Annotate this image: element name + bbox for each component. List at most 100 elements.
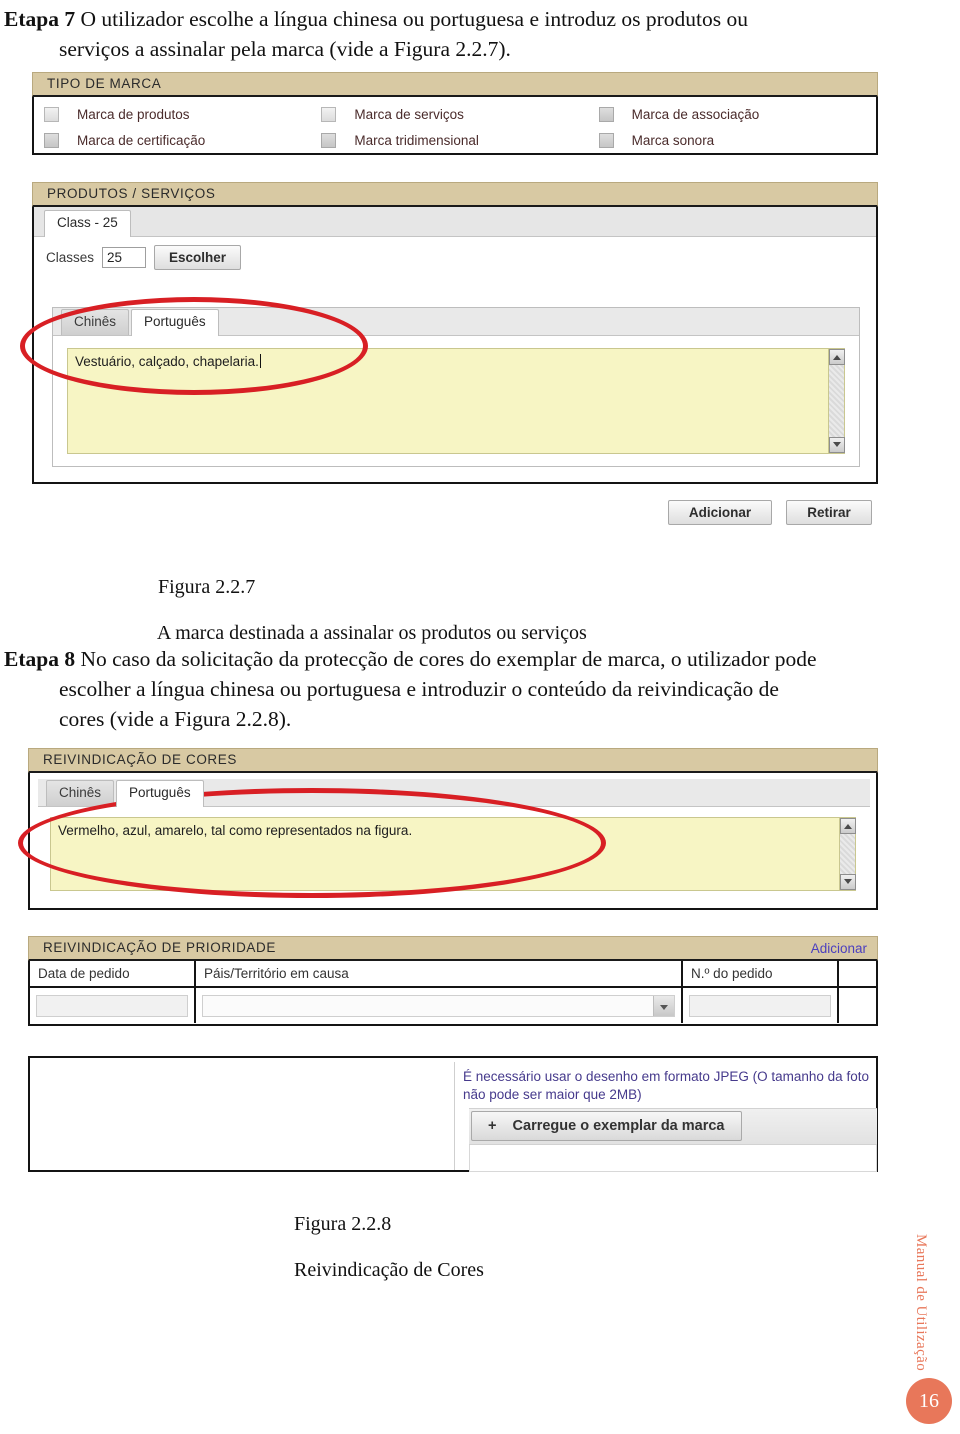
data-pedido-input[interactable] bbox=[36, 994, 188, 1017]
column-header: Data de pedido bbox=[30, 961, 194, 988]
produtos-servicos-title: PRODUTOS / SERVIÇOS bbox=[47, 186, 216, 201]
reivindicacao-cores-panel: REIVINDICAÇÃO DE CORES Chinês Português … bbox=[28, 748, 878, 910]
figure-227-caption-number: Figura 2.2.7 bbox=[158, 576, 256, 598]
produtos-servicos-header: PRODUTOS / SERVIÇOS bbox=[32, 182, 878, 207]
checkbox-item-marca-sonora[interactable]: Marca sonora bbox=[598, 132, 876, 148]
checkbox-label: Marca tridimensional bbox=[354, 132, 479, 148]
scroll-up-icon[interactable] bbox=[829, 349, 845, 365]
step-8-label: Etapa 8 bbox=[4, 647, 76, 671]
upload-note: É necessário usar o desenho em formato J… bbox=[455, 1062, 877, 1104]
running-title: Manual de Utilização bbox=[913, 1234, 929, 1372]
adicionar-button[interactable]: Adicionar bbox=[668, 500, 772, 525]
upload-panel: É necessário usar o desenho em formato J… bbox=[28, 1056, 878, 1172]
language-content-frame: Chinês Português Vestuário, calçado, cha… bbox=[52, 307, 860, 467]
reivindicacao-cores-header: REIVINDICAÇÃO DE CORES bbox=[28, 748, 878, 773]
textarea-scrollbar[interactable] bbox=[828, 349, 845, 453]
reivindicacao-prioridade-body: Data de pedido Páis/Território em causa … bbox=[28, 961, 878, 1026]
table-cell bbox=[683, 988, 837, 1023]
checkbox-icon[interactable] bbox=[44, 132, 59, 148]
checkbox-item-marca-servicos[interactable]: Marca de serviços bbox=[321, 106, 598, 122]
reivindicacao-prioridade-panel: REIVINDICAÇÃO DE PRIORIDADE Adicionar Da… bbox=[28, 936, 878, 1026]
tab-chines[interactable]: Chinês bbox=[61, 309, 130, 335]
checkbox-label: Marca de produtos bbox=[77, 106, 190, 122]
scroll-down-icon[interactable] bbox=[840, 874, 856, 890]
tipo-de-marca-title: TIPO DE MARCA bbox=[47, 76, 162, 91]
classes-input[interactable]: 25 bbox=[102, 247, 147, 268]
checkbox-icon[interactable] bbox=[44, 106, 59, 122]
reivindicacao-prioridade-header: REIVINDICAÇÃO DE PRIORIDADE Adicionar bbox=[28, 936, 878, 961]
reivindicacao-cores-textarea[interactable]: Vermelho, azul, amarelo, tal como repres… bbox=[50, 817, 856, 891]
tab-portugues[interactable]: Português bbox=[116, 780, 204, 807]
textarea-value: Vermelho, azul, amarelo, tal como repres… bbox=[58, 823, 413, 838]
checkbox-item-marca-produtos[interactable]: Marca de produtos bbox=[44, 106, 321, 122]
textarea-scrollbar[interactable] bbox=[839, 818, 856, 890]
figure-228-screenshot: REIVINDICAÇÃO DE CORES Chinês Português … bbox=[18, 748, 880, 1172]
step-8-text-line1: No caso da solicitação da protecção de c… bbox=[80, 647, 817, 671]
checkbox-icon[interactable] bbox=[598, 106, 614, 122]
marca-type-checkbox-grid: Marca de produtos Marca de serviços Marc… bbox=[34, 97, 876, 157]
reivindicacao-prioridade-title: REIVINDICAÇÃO DE PRIORIDADE bbox=[43, 940, 276, 955]
upload-right-block: É necessário usar o desenho em formato J… bbox=[454, 1062, 877, 1172]
upload-note-line-2: não pode ser maior que 2MB) bbox=[463, 1087, 642, 1102]
scroll-down-icon[interactable] bbox=[829, 437, 845, 453]
checkbox-label: Marca sonora bbox=[631, 132, 715, 148]
priority-column-actions bbox=[839, 961, 876, 1023]
checkbox-label: Marca de certificação bbox=[77, 132, 206, 148]
produtos-action-row: Adicionar Retirar bbox=[668, 500, 872, 525]
priority-table: Data de pedido Páis/Território em causa … bbox=[30, 961, 876, 1023]
carregue-exemplar-button[interactable]: + Carregue o exemplar da marca bbox=[471, 1111, 742, 1141]
pais-territorio-select[interactable] bbox=[202, 994, 675, 1017]
step-7-text-line2: serviços a assinalar pela marca (vide a … bbox=[59, 37, 511, 61]
table-cell bbox=[30, 988, 194, 1023]
checkbox-icon[interactable] bbox=[321, 132, 337, 148]
checkbox-icon[interactable] bbox=[598, 132, 614, 148]
step-7-label: Etapa 7 bbox=[4, 7, 76, 31]
table-cell bbox=[839, 988, 876, 1023]
column-header bbox=[839, 961, 876, 988]
reivindicacao-cores-body: Chinês Português Vermelho, azul, amarelo… bbox=[28, 773, 878, 910]
step-7-text-line1: O utilizador escolhe a língua chinesa ou… bbox=[80, 7, 748, 31]
chevron-down-icon[interactable] bbox=[653, 995, 674, 1016]
tipo-de-marca-panel: TIPO DE MARCA Marca de produtos Marca de… bbox=[32, 72, 878, 155]
step-7-paragraph: Etapa 7 O utilizador escolhe a língua ch… bbox=[4, 4, 956, 64]
figure-228-caption: Figura 2.2.8 Reivindicação de Cores bbox=[284, 1190, 484, 1282]
reivindicacao-cores-title: REIVINDICAÇÃO DE CORES bbox=[43, 752, 237, 767]
produtos-servicos-panel: PRODUTOS / SERVIÇOS Class - 25 Classes 2… bbox=[32, 182, 878, 484]
priority-column-pais-territorio: Páis/Território em causa bbox=[196, 961, 683, 1023]
tab-chines[interactable]: Chinês bbox=[46, 780, 115, 806]
numero-pedido-input[interactable] bbox=[689, 994, 831, 1017]
column-header: Páis/Território em causa bbox=[196, 961, 681, 988]
upload-button-row: + Carregue o exemplar da marca bbox=[469, 1108, 877, 1145]
textarea-value: Vestuário, calçado, chapelaria. bbox=[75, 354, 261, 369]
checkbox-item-marca-associacao[interactable]: Marca de associação bbox=[598, 106, 876, 122]
tab-portugues[interactable]: Português bbox=[131, 309, 219, 336]
upload-preview-area bbox=[469, 1145, 877, 1172]
checkbox-item-marca-certificacao[interactable]: Marca de certificação bbox=[44, 132, 321, 148]
class-tab-strip: Class - 25 bbox=[34, 207, 876, 237]
step-8-text-line3: cores (vide a Figura 2.2.8). bbox=[59, 707, 292, 731]
table-cell bbox=[196, 988, 681, 1023]
tab-class-25[interactable]: Class - 25 bbox=[44, 210, 131, 237]
adicionar-link[interactable]: Adicionar bbox=[811, 941, 867, 956]
page-number-badge: 16 bbox=[906, 1378, 952, 1424]
cores-language-tab-strip: Chinês Português bbox=[38, 779, 870, 807]
language-tab-strip: Chinês Português bbox=[53, 308, 859, 336]
figure-227-caption-title: A marca destinada a assinalar os produto… bbox=[156, 622, 587, 644]
priority-column-data-pedido: Data de pedido bbox=[30, 961, 196, 1023]
checkbox-item-marca-tridimensional[interactable]: Marca tridimensional bbox=[321, 132, 598, 148]
escolher-button[interactable]: Escolher bbox=[154, 245, 242, 270]
text-caret bbox=[259, 354, 261, 368]
priority-column-numero-pedido: N.º do pedido bbox=[683, 961, 839, 1023]
cores-language-frame: Chinês Português Vermelho, azul, amarelo… bbox=[38, 779, 870, 902]
figure-227-screenshot: TIPO DE MARCA Marca de produtos Marca de… bbox=[20, 72, 880, 532]
step-8-paragraph: Etapa 8 No caso da solicitação da protec… bbox=[4, 644, 956, 734]
tipo-de-marca-header: TIPO DE MARCA bbox=[32, 72, 878, 97]
checkbox-icon[interactable] bbox=[321, 106, 337, 122]
classes-label: Classes bbox=[46, 250, 95, 265]
plus-icon: + bbox=[488, 1118, 497, 1134]
scroll-up-icon[interactable] bbox=[840, 818, 856, 834]
retirar-button[interactable]: Retirar bbox=[786, 500, 872, 525]
classes-row: Classes 25 Escolher bbox=[34, 237, 876, 276]
column-header: N.º do pedido bbox=[683, 961, 837, 988]
produtos-servicos-textarea[interactable]: Vestuário, calçado, chapelaria. bbox=[67, 348, 845, 454]
